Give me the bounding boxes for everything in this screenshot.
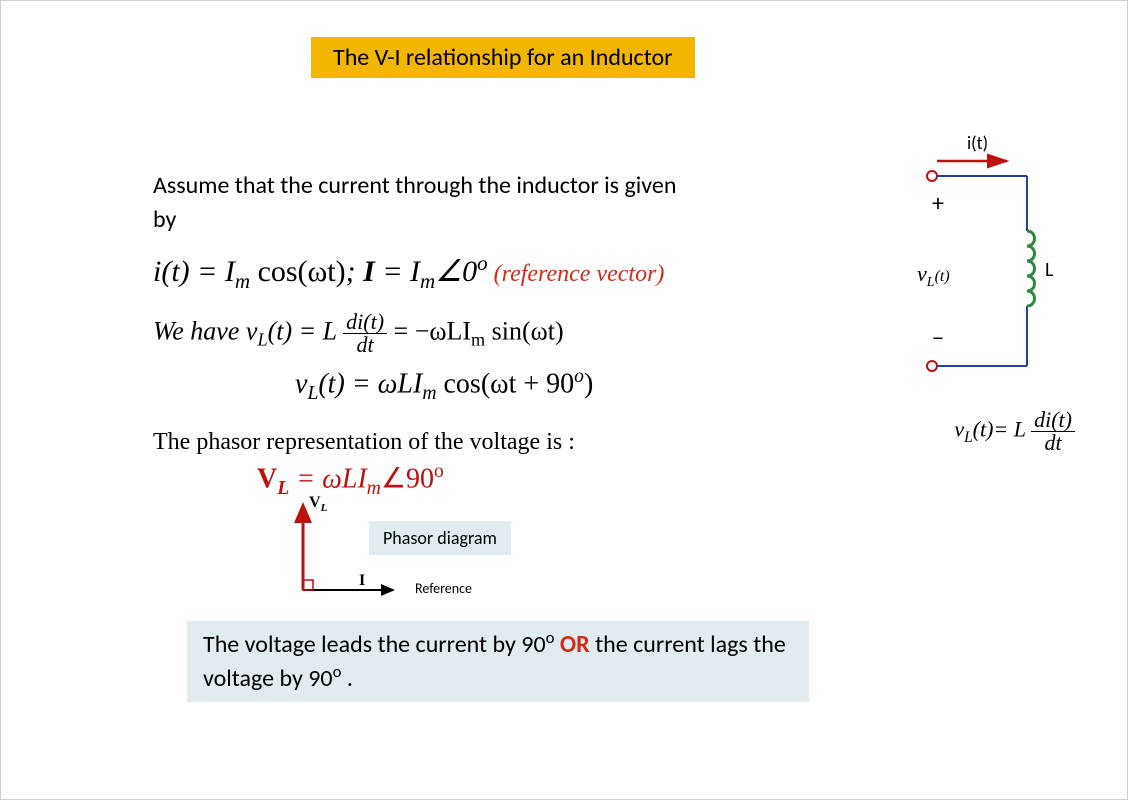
phasor-diagram-label: Phasor diagram <box>369 521 511 555</box>
frac-num: di(t) <box>343 311 387 334</box>
concl-d: . <box>341 664 352 693</box>
axis-i: I <box>359 572 365 589</box>
peq-angle: ∠90 <box>381 463 434 494</box>
intro-line-2: by <box>153 205 176 234</box>
circuit-current-label: i(t) <box>967 132 988 154</box>
equation-current: i(t) = Im cos(ωt); I = Im∠0o (reference … <box>153 251 664 294</box>
eq-it: i(t) = I <box>153 255 235 288</box>
eq2-m: m <box>471 330 485 350</box>
eq-eq: = I <box>375 255 420 288</box>
peq-V: V <box>257 463 277 494</box>
reference-label: Reference <box>415 580 472 597</box>
circuit-minus: − <box>932 324 944 353</box>
peq-eq: = ωLI <box>289 463 367 494</box>
svg-text:vL(t): vL(t) <box>917 261 950 290</box>
circuit-vl: v <box>917 261 927 286</box>
eq-phasor-I: I <box>363 255 375 288</box>
ceq-v: v <box>954 417 964 442</box>
circuit-vl-t: (t) <box>935 268 950 285</box>
eq-sub-m: m <box>235 269 250 293</box>
peq-deg: o <box>434 461 444 482</box>
eq2-lead: We have v <box>153 316 257 345</box>
circuit-plus: + <box>932 189 944 218</box>
ceq-t: (t)= L <box>973 417 1031 442</box>
eq-coswt: cos(ωt) <box>250 255 346 288</box>
slide-title: The V-I relationship for an Inductor <box>311 37 695 78</box>
eq-sub-m2: m <box>420 269 435 293</box>
circuit-equation: vL(t)= L di(t)dt <box>954 409 1075 454</box>
equation-vl-derivative: We have vL(t) = L di(t) dt = −ωLIm sin(ω… <box>153 311 564 356</box>
axis-vl: V <box>309 495 321 511</box>
eq2-t: (t) = L <box>268 316 337 345</box>
fraction-di-dt: di(t) dt <box>343 311 387 356</box>
eq3-deg: o <box>574 366 584 387</box>
inductor-circuit-diagram: i(t) L + − vL(t) <box>877 131 1067 391</box>
eq3-v: v <box>295 368 307 399</box>
circuit-vl-sub: L <box>926 275 935 290</box>
svg-text:VL: VL <box>309 495 328 514</box>
concl-a: The voltage leads the current by 90 <box>203 630 546 659</box>
eq2-sub-L: L <box>257 330 267 350</box>
eq3-t: (t) = ωLI <box>318 368 422 399</box>
ceq-frac: di(t)dt <box>1031 409 1075 454</box>
axis-vl-sub: L <box>320 502 328 514</box>
eq3-L: L <box>307 383 318 404</box>
circuit-L-label: L <box>1045 258 1054 282</box>
phasor-intro-text: The phasor representation of the voltage… <box>153 429 575 456</box>
eq-deg: o <box>477 251 488 275</box>
eq2-rest: = −ωLI <box>387 316 471 345</box>
concl-or: OR <box>560 630 590 659</box>
eq-angle: ∠0 <box>435 255 477 288</box>
reference-vector-note: (reference vector) <box>488 261 665 287</box>
eq3-cos: cos(ωt + 90 <box>437 368 575 399</box>
eq2-sin: sin(ωt) <box>485 316 564 345</box>
frac-den: dt <box>343 334 387 356</box>
conclusion-box: The voltage leads the current by 90o OR … <box>187 621 809 702</box>
intro-line-1: Assume that the current through the indu… <box>153 171 676 200</box>
slide: The V-I relationship for an Inductor Ass… <box>0 0 1128 800</box>
ceq-num: di(t) <box>1031 409 1075 432</box>
equation-vl-cos: vL(t) = ωLIm cos(ωt + 90o) <box>295 366 593 405</box>
eq3-m: m <box>422 383 436 404</box>
ceq-den: dt <box>1031 432 1075 454</box>
ceq-L: L <box>964 429 973 446</box>
eq-semi: ; <box>346 255 364 288</box>
eq3-close: ) <box>584 368 593 399</box>
